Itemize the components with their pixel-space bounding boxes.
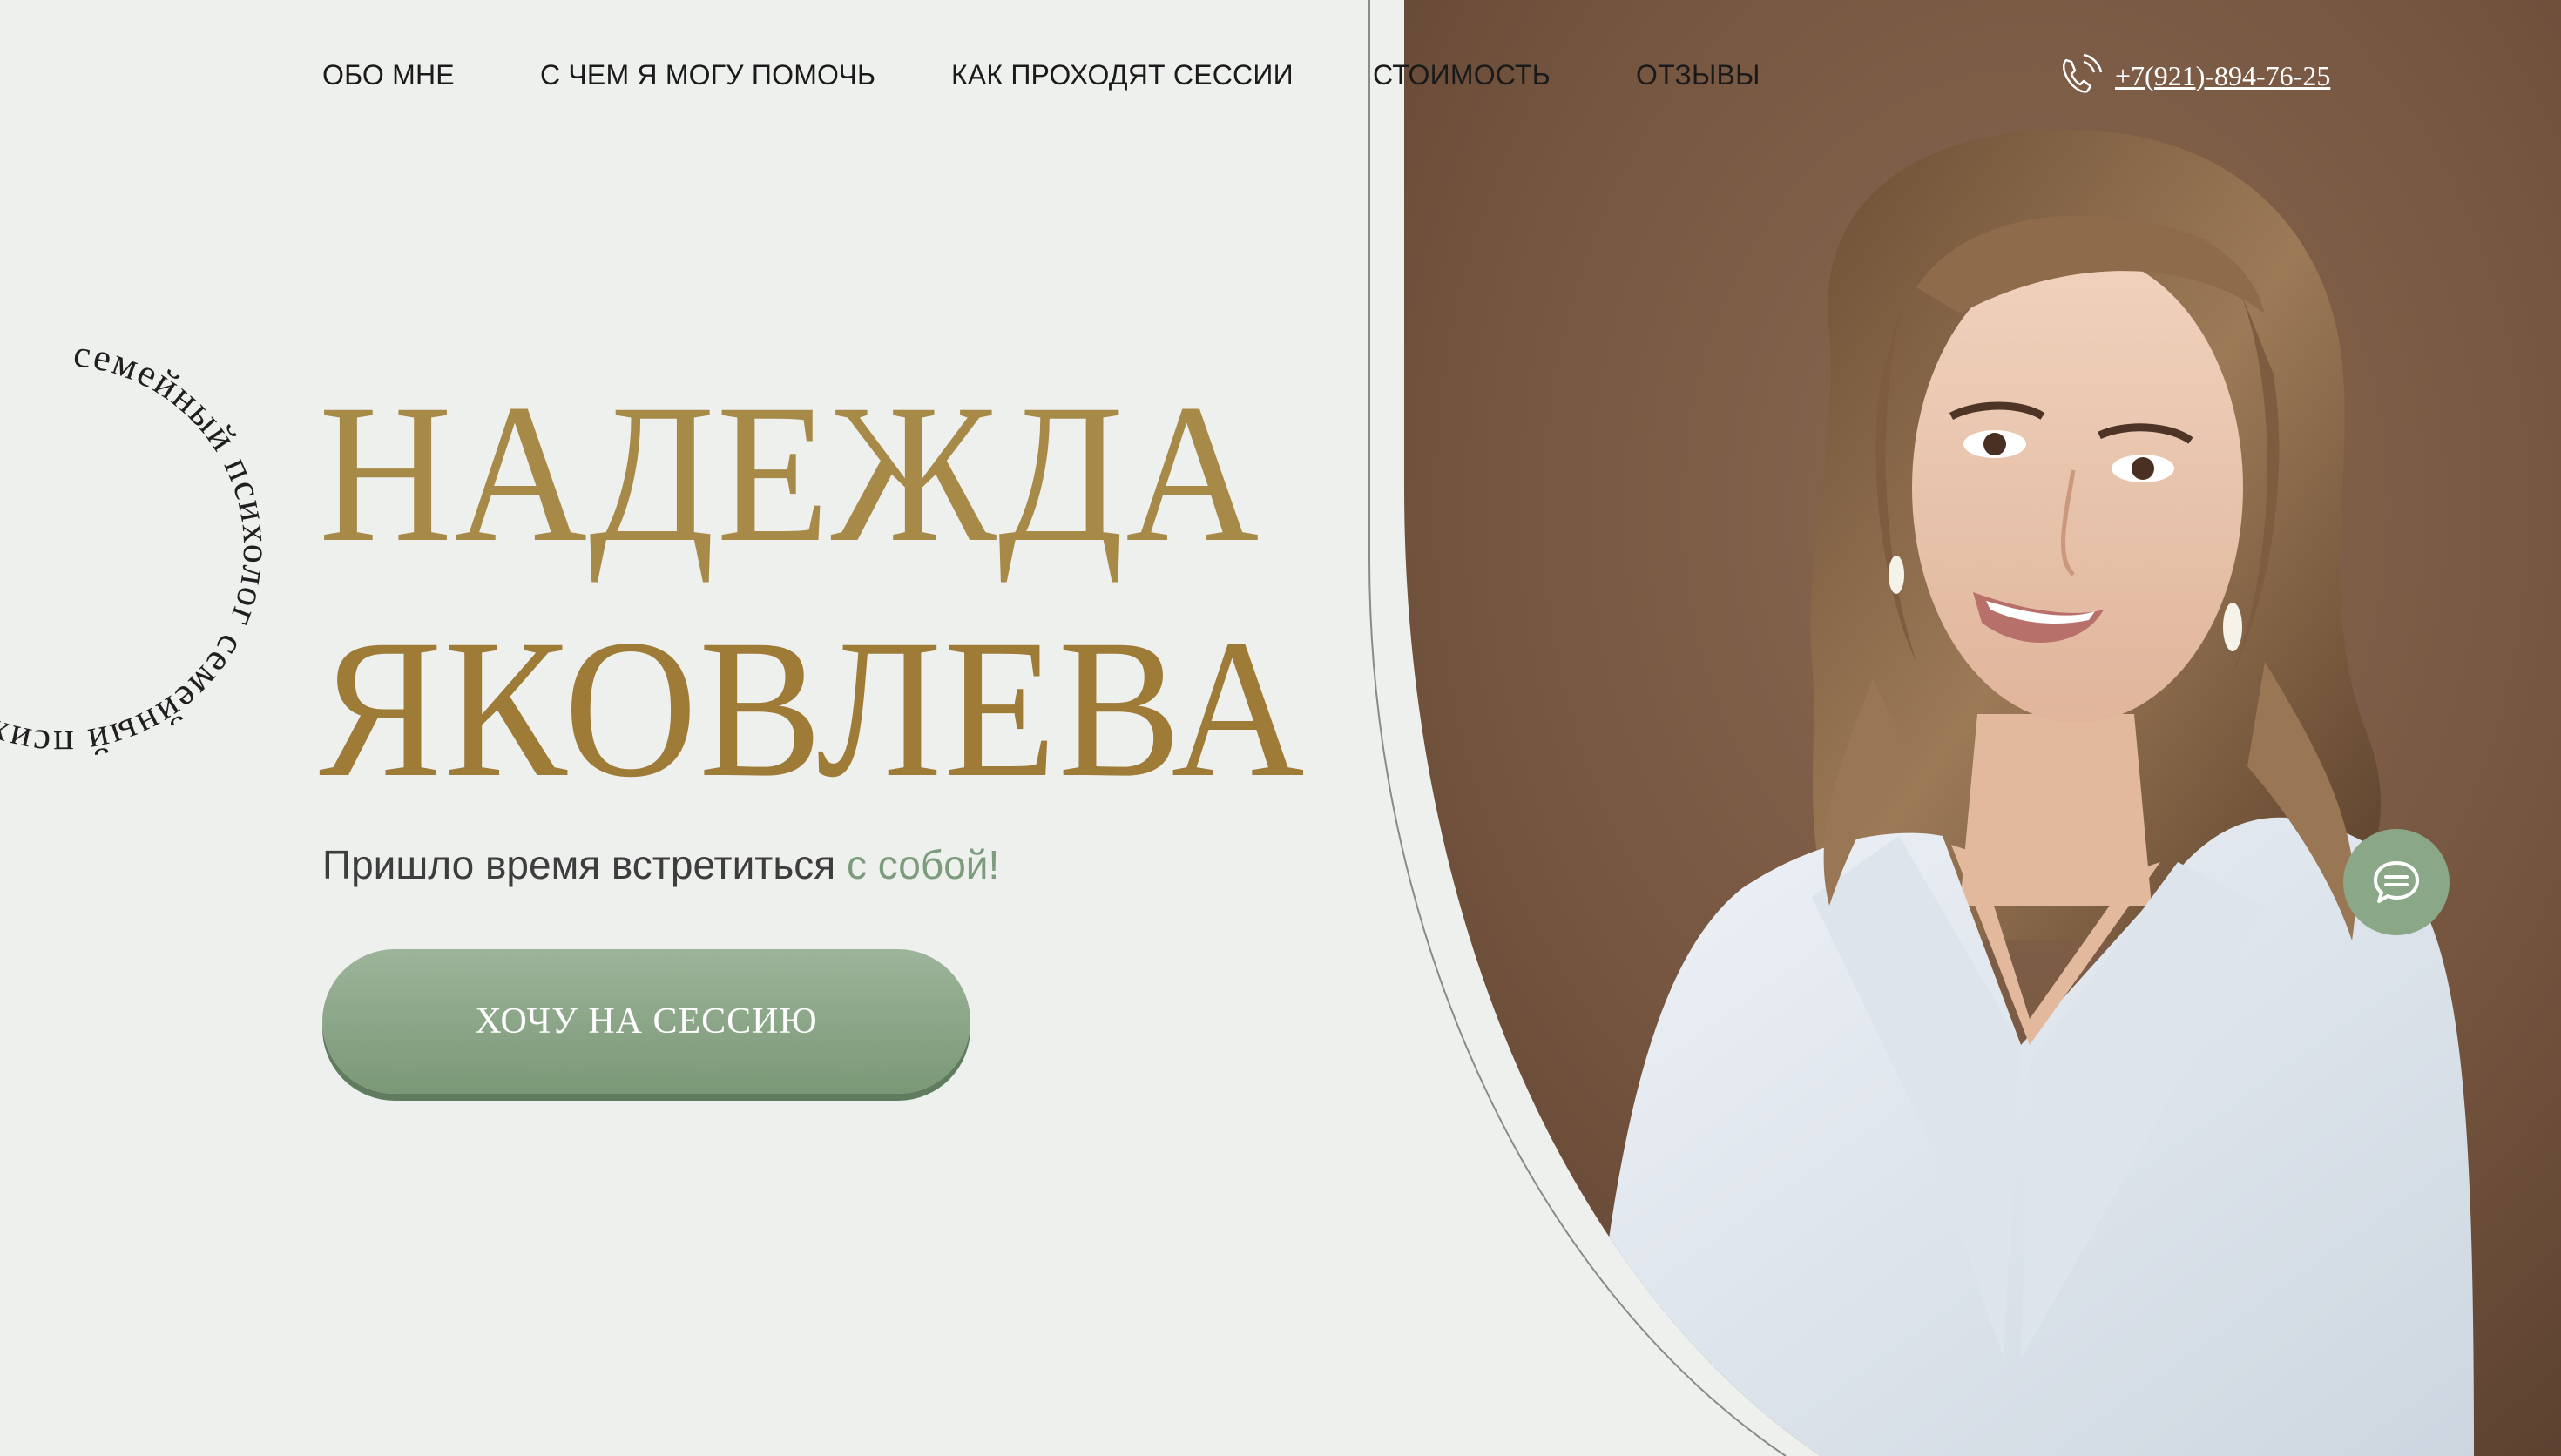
hero-tagline: Пришло время встретиться с собой! xyxy=(322,841,999,888)
tagline-main: Пришло время встретиться xyxy=(322,842,847,887)
chat-icon xyxy=(2374,861,2419,903)
circular-subtitle: семейный психолог семейный психолог xyxy=(0,332,278,765)
phone-number-link[interactable]: +7(921)-894-76-25 xyxy=(2115,60,2330,92)
book-session-label: ХОЧУ НА СЕССИЮ xyxy=(475,1001,818,1041)
chat-button[interactable] xyxy=(2343,829,2450,935)
book-session-button[interactable]: ХОЧУ НА СЕССИЮ xyxy=(322,949,970,1094)
nav-item-about[interactable]: ОБО МНЕ xyxy=(322,59,455,91)
hero-name-last: ЯКОВЛЕВА xyxy=(319,599,1307,819)
nav-item-reviews[interactable]: ОТЗЫВЫ xyxy=(1636,59,1760,91)
svg-text:семейный психолог семейный п: семейный психолог семейный психолог xyxy=(0,332,278,765)
tagline-accent: с собой! xyxy=(847,842,1000,887)
phone-contact[interactable]: +7(921)-894-76-25 xyxy=(2054,49,2330,103)
hero-name-first: НАДЕЖДА xyxy=(319,364,1261,583)
nav-item-price[interactable]: СТОИМОСТЬ xyxy=(1373,59,1551,91)
phone-icon xyxy=(2063,53,2103,93)
nav-item-help[interactable]: С ЧЕМ Я МОГУ ПОМОЧЬ xyxy=(540,59,875,91)
nav-item-sessions[interactable]: КАК ПРОХОДЯТ СЕССИИ xyxy=(951,59,1294,91)
